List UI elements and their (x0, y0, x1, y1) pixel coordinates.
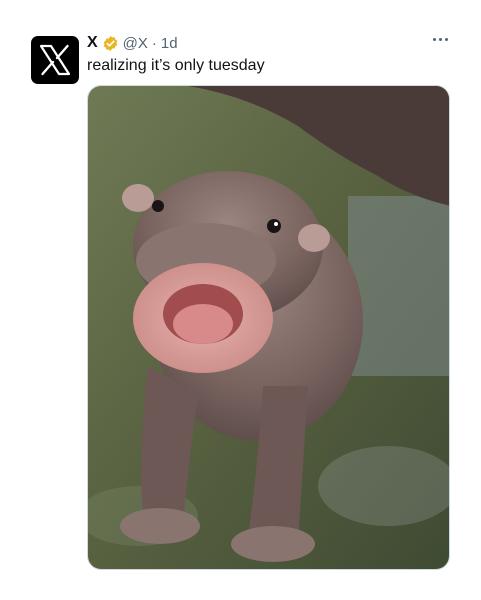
author-name[interactable]: X (87, 34, 98, 52)
tweet-image[interactable] (87, 85, 450, 570)
tweet-text: realizing it’s only tuesday (87, 57, 265, 74)
avatar[interactable] (31, 36, 79, 84)
verified-badge-icon (103, 35, 117, 51)
x-logo-icon (39, 44, 71, 76)
hippo-photo (88, 86, 449, 569)
tweet-timestamp[interactable]: 1d (161, 35, 178, 52)
separator-dot: · (151, 34, 157, 52)
author-handle[interactable]: @X (123, 35, 148, 52)
tweet-card[interactable]: X @X · 1d realizing it’s only tuesday (0, 0, 481, 600)
tweet-header: X @X · 1d (87, 34, 178, 52)
more-options-icon[interactable] (429, 30, 451, 48)
